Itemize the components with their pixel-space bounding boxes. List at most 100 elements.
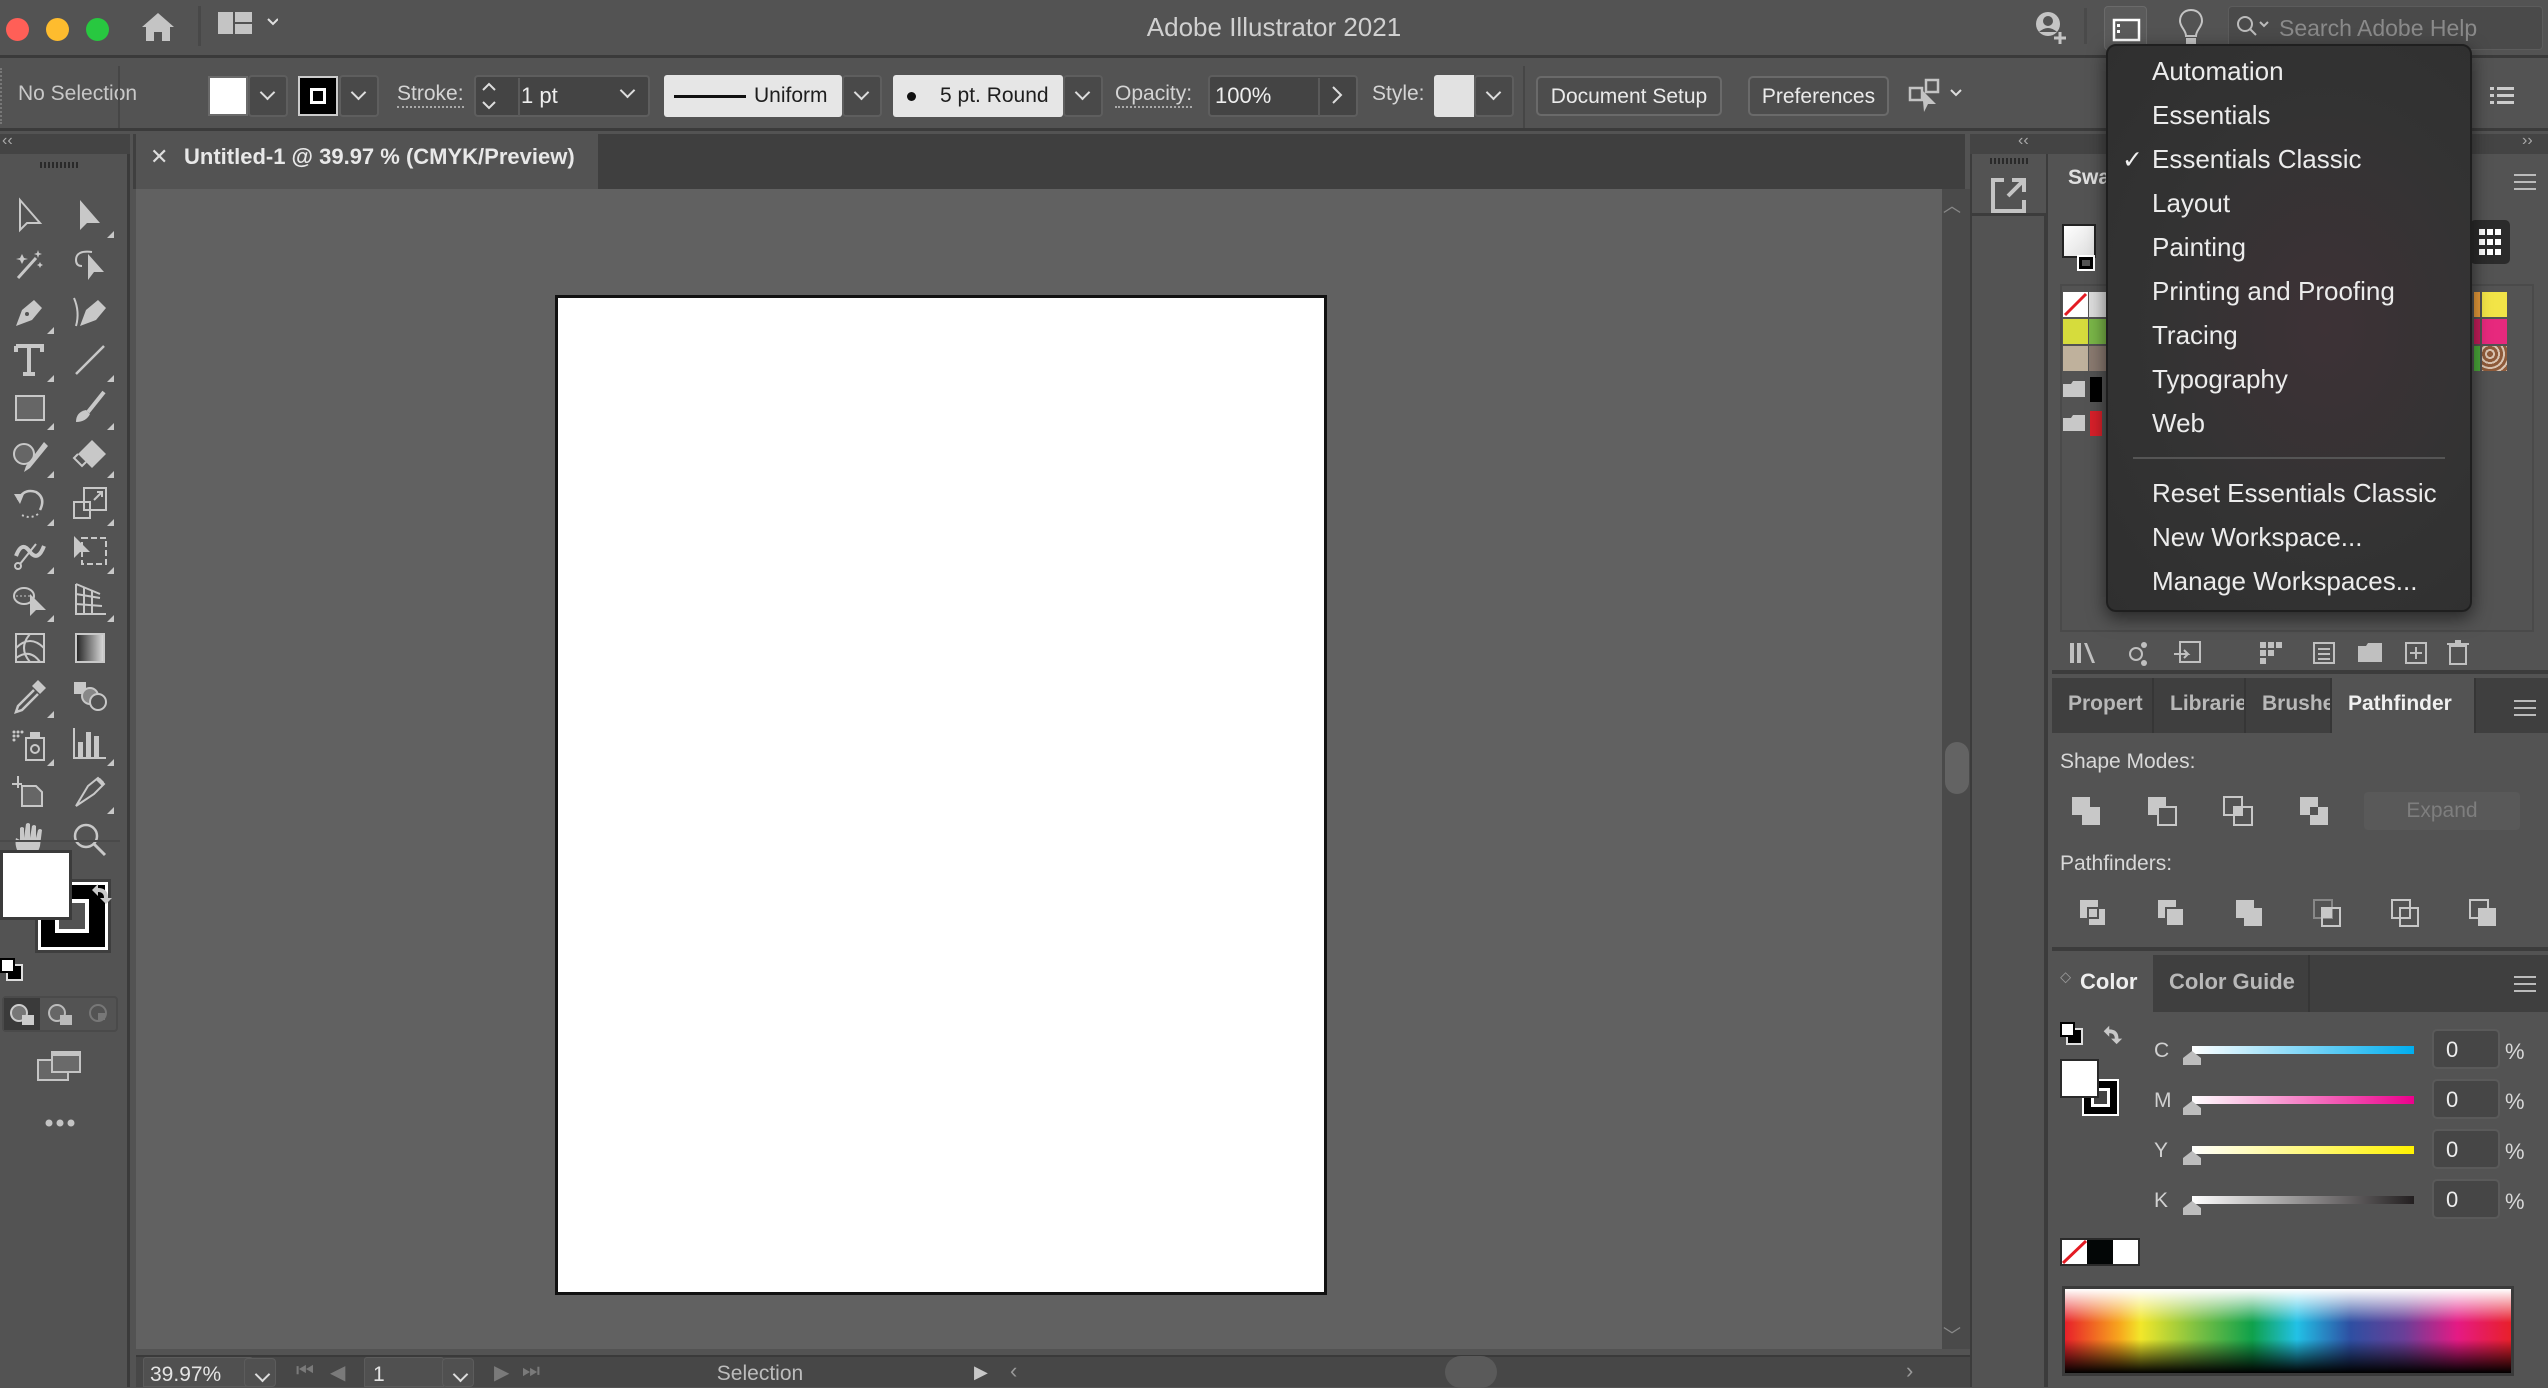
perspective-grid-tool[interactable]: [70, 580, 114, 622]
white-swatch[interactable]: [2113, 1240, 2138, 1264]
rotate-tool[interactable]: [10, 484, 54, 526]
swatch-crimson[interactable]: [2474, 319, 2480, 344]
stroke-weight-dropdown[interactable]: [610, 75, 650, 117]
workspace-item-painting[interactable]: Painting: [2152, 232, 2246, 263]
artboard-number-field[interactable]: 1: [364, 1357, 444, 1387]
channel-value-c[interactable]: 0: [2432, 1029, 2500, 1069]
channel-slider-y[interactable]: [2192, 1146, 2414, 1154]
none-mode-button[interactable]: [80, 998, 116, 1030]
minus-front-button[interactable]: [2146, 795, 2180, 829]
tab-color[interactable]: ⬦ Color: [2052, 955, 2153, 1012]
brush-dropdown[interactable]: [1063, 75, 1103, 117]
graphic-style-swatch[interactable]: [1434, 75, 1474, 117]
workspace-item-typography[interactable]: Typography: [2152, 364, 2288, 395]
none-swatch[interactable]: [2062, 1240, 2087, 1264]
workspace-item-layout[interactable]: Layout: [2152, 188, 2230, 219]
tab-color-guide[interactable]: Color Guide: [2153, 955, 2310, 1012]
swatch-pattern-green[interactable]: [2474, 346, 2480, 371]
swatches-tab[interactable]: Swa: [2068, 166, 2110, 190]
previous-artboard-icon[interactable]: ◀: [330, 1360, 345, 1385]
profile-dropdown[interactable]: [842, 75, 882, 117]
scale-tool[interactable]: [70, 484, 114, 526]
edit-toolbar-more-icon[interactable]: [44, 1118, 76, 1128]
fill-color-swatch[interactable]: [208, 76, 248, 116]
magic-wand-tool[interactable]: [10, 244, 50, 284]
column-graph-tool[interactable]: [70, 724, 114, 766]
channel-value-y[interactable]: 0: [2432, 1129, 2500, 1169]
zoom-dropdown[interactable]: [244, 1358, 276, 1387]
zoom-level-field[interactable]: 39.97%: [143, 1357, 253, 1387]
pen-tool[interactable]: [10, 292, 54, 334]
document-setup-button[interactable]: Document Setup: [1536, 76, 1722, 116]
warp-tool[interactable]: [10, 532, 54, 574]
change-screen-mode-icon[interactable]: [36, 1050, 82, 1082]
horizontal-scroll-thumb[interactable]: [1445, 1356, 1497, 1388]
tools-panel-grip[interactable]: [40, 162, 78, 168]
scroll-down-icon[interactable]: ﹀: [1943, 1322, 1961, 1348]
workspace-action-new-workspace[interactable]: New Workspace...: [2152, 522, 2362, 553]
panel-options-toggle-icon[interactable]: ⬦: [2060, 969, 2071, 987]
swatch-none[interactable]: [2063, 292, 2088, 317]
blend-tool[interactable]: [70, 676, 110, 716]
swatches-menu-icon[interactable]: [2514, 174, 2536, 190]
selection-tool[interactable]: [10, 196, 50, 236]
symbol-sprayer-tool[interactable]: [10, 724, 54, 766]
control-bar-menu-icon[interactable]: [2490, 86, 2514, 106]
black-swatch[interactable]: [2087, 1240, 2113, 1264]
swatch-yellow[interactable]: [2482, 292, 2507, 317]
tools-panel-header[interactable]: ‹‹: [0, 132, 130, 154]
workspace-item-automation[interactable]: Automation: [2152, 56, 2284, 87]
pathfinder-menu-icon[interactable]: [2514, 700, 2536, 716]
swatch-tan[interactable]: [2063, 346, 2088, 371]
minus-back-button[interactable]: [2466, 896, 2500, 930]
style-dropdown[interactable]: [1474, 75, 1514, 117]
first-artboard-icon[interactable]: ⏮: [296, 1360, 314, 1383]
channel-value-k[interactable]: 0: [2432, 1179, 2500, 1219]
default-fill-stroke-icon[interactable]: [0, 958, 24, 982]
status-menu-arrow-icon[interactable]: ▶: [974, 1362, 988, 1383]
export-for-screens-icon[interactable]: [1990, 176, 2028, 214]
shaper-tool[interactable]: [10, 436, 54, 478]
opacity-expand-arrow-icon[interactable]: [1330, 84, 1344, 106]
swatch-orange[interactable]: [2474, 292, 2480, 317]
swatch-folder-icon[interactable]: [2063, 414, 2085, 432]
share-user-icon[interactable]: [2032, 10, 2070, 46]
scroll-up-icon[interactable]: ︿: [1943, 192, 1961, 218]
crop-button[interactable]: [2310, 896, 2344, 930]
trim-button[interactable]: [2154, 896, 2188, 930]
artboard-tool[interactable]: [10, 772, 50, 812]
next-artboard-icon[interactable]: ▶: [494, 1360, 509, 1385]
merge-button[interactable]: [2232, 896, 2266, 930]
lightbulb-icon[interactable]: [2178, 8, 2204, 46]
workspace-action-reset-essentials-classic[interactable]: Reset Essentials Classic: [2152, 478, 2437, 509]
preferences-button[interactable]: Preferences: [1748, 76, 1889, 116]
variable-width-profile[interactable]: Uniform: [664, 75, 842, 117]
gradient-mode-button[interactable]: [42, 998, 78, 1030]
eyedropper-tool[interactable]: [10, 676, 54, 718]
channel-value-m[interactable]: 0: [2432, 1079, 2500, 1119]
color-spectrum[interactable]: [2062, 1286, 2514, 1376]
swap-fill-stroke-icon[interactable]: [88, 880, 114, 906]
shape-builder-tool[interactable]: [10, 580, 54, 622]
last-artboard-icon[interactable]: ⏭: [522, 1360, 540, 1383]
brush-definition[interactable]: 5 pt. Round: [893, 75, 1063, 117]
direct-selection-tool[interactable]: [70, 196, 114, 238]
mesh-tool[interactable]: [10, 628, 50, 668]
stroke-weight-stepper-icon[interactable]: [480, 80, 498, 112]
workspace-item-essentials[interactable]: Essentials: [2152, 100, 2271, 131]
scroll-right-icon[interactable]: ›: [1906, 1358, 1913, 1384]
swatch-fill-indicator[interactable]: [2062, 224, 2096, 258]
artboard-dropdown[interactable]: [442, 1358, 474, 1387]
type-tool[interactable]: [10, 340, 54, 382]
stroke-color-swatch[interactable]: [298, 76, 338, 116]
collapse-tools-icon[interactable]: ‹‹: [2, 132, 13, 150]
workspace-item-essentials-classic[interactable]: Essentials Classic: [2152, 144, 2362, 175]
workspace-action-manage-workspaces[interactable]: Manage Workspaces...: [2152, 566, 2417, 597]
divide-button[interactable]: [2076, 896, 2110, 930]
swatch-red[interactable]: [2090, 411, 2102, 436]
stroke-dropdown[interactable]: [339, 75, 379, 117]
fill-indicator[interactable]: [0, 850, 72, 920]
gradient-tool[interactable]: [70, 628, 110, 668]
workspace-item-web[interactable]: Web: [2152, 408, 2205, 439]
line-segment-tool[interactable]: [70, 340, 114, 382]
